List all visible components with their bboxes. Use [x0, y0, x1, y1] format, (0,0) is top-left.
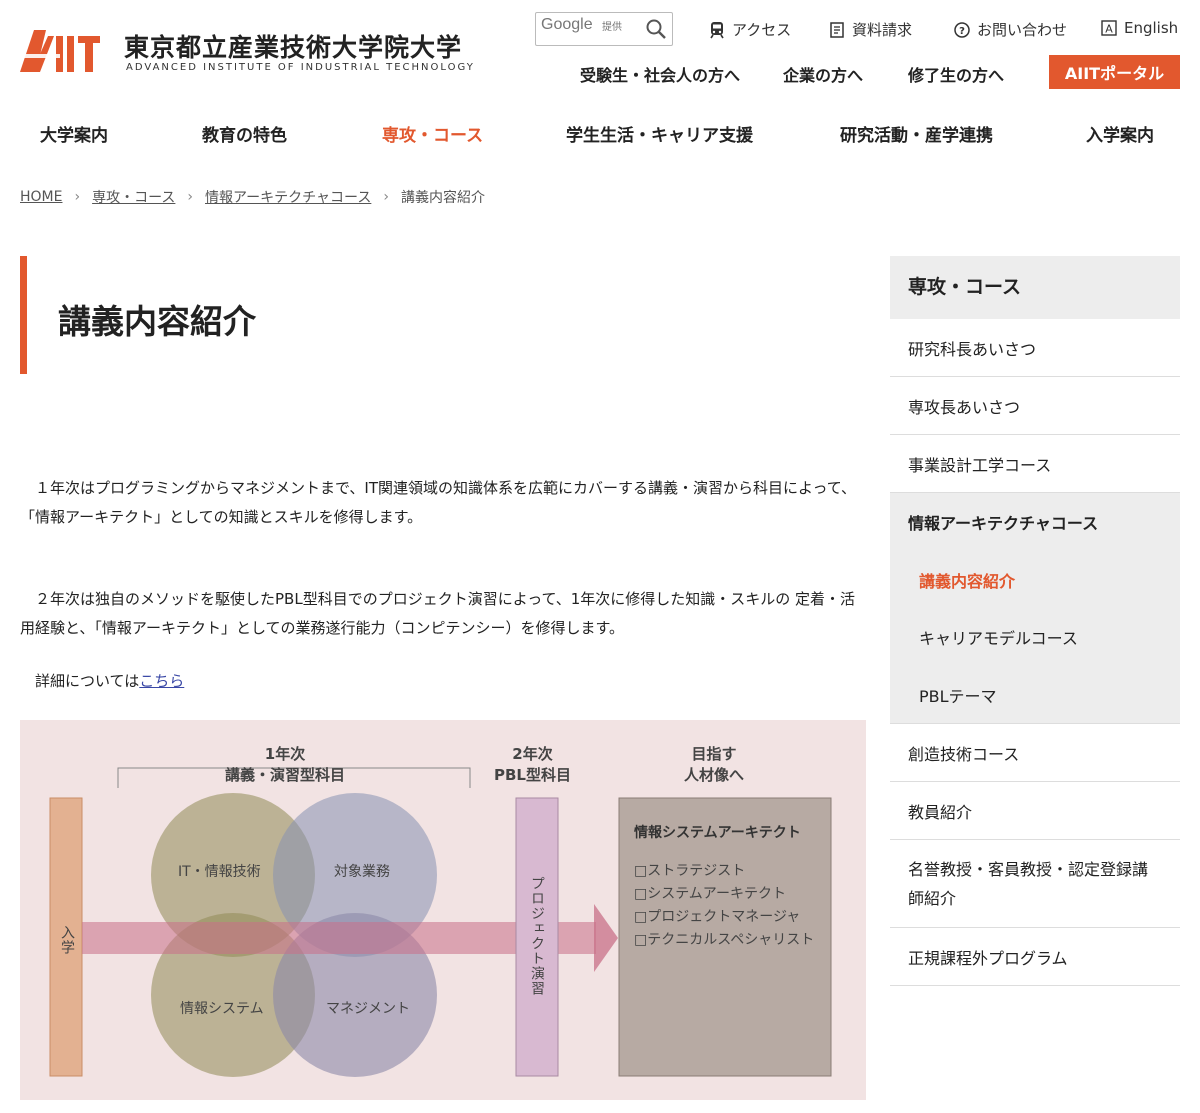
sidebar-heading: 専攻・コース [890, 256, 1180, 319]
audience-link-applicants[interactable]: 受験生・社会人の方へ [580, 62, 740, 86]
sidebar-item-business-design[interactable]: 事業設計工学コース [890, 435, 1180, 493]
year2-line1: 2年次 [512, 745, 553, 763]
audience-link-companies[interactable]: 企業の方へ [783, 62, 863, 86]
google-provided-label: 提供 [602, 22, 622, 33]
chevron-right-icon: › [187, 189, 194, 205]
nav-about[interactable]: 大学案内 [40, 121, 108, 146]
nav-education[interactable]: 教育の特色 [202, 121, 287, 146]
goal-item: □ストラテジスト [634, 863, 746, 879]
year1-line1: 1年次 [264, 745, 306, 763]
nav-student-life[interactable]: 学生生活・キャリア支援 [566, 121, 753, 146]
access-label: アクセス [732, 21, 792, 39]
sidebar-item-dean-message[interactable]: 研究科長あいさつ [890, 319, 1180, 377]
site-logo[interactable]: 東京都立産業技術大学院大学 ADVANCED INSTITUTE OF INDU… [20, 28, 473, 78]
goal-line2: 人材像へ [684, 766, 745, 784]
goal-item: □テクニカルスペシャリスト [634, 932, 815, 948]
sidebar-item-honorary[interactable]: 名誉教授・客員教授・認定登録講師紹介 [890, 840, 1180, 928]
pbl-label: プロジェクト演習 [529, 876, 545, 996]
sidebar-item-creative-tech[interactable]: 創造技術コース [890, 724, 1180, 782]
svg-text:A: A [1105, 23, 1113, 36]
circle-it-label: IT・情報技術 [178, 864, 261, 880]
breadcrumb-home[interactable]: HOME [20, 189, 62, 205]
breadcrumb-course[interactable]: 情報アーキテクチャコース [205, 187, 371, 207]
sidebar-item-info-arch[interactable]: 情報アーキテクチャコース [890, 493, 1180, 551]
nav-research[interactable]: 研究活動・産学連携 [840, 121, 993, 146]
sidebar-subitem-lectures[interactable]: 講義内容紹介 [890, 551, 1180, 608]
entry-label: 入学 [59, 925, 75, 955]
breadcrumb-current: 講義内容紹介 [400, 190, 485, 206]
breadcrumb-majors[interactable]: 専攻・コース [92, 187, 175, 207]
english-link[interactable]: A English [1100, 19, 1178, 37]
title-accent-bar [20, 256, 27, 374]
audience-link-alumni[interactable]: 修了生の方へ [908, 62, 1004, 86]
goal-item: □システムアーキテクト [634, 886, 786, 902]
goal-box-title: 情報システムアーキテクト [634, 825, 801, 841]
sidebar-nav: 専攻・コース 研究科長あいさつ 専攻長あいさつ 事業設計工学コース 情報アーキテ… [890, 256, 1180, 986]
sidebar-subitem-pbl-themes[interactable]: PBLテーマ [890, 666, 1180, 723]
goal-line1: 目指す [691, 745, 737, 763]
request-materials-label: 資料請求 [852, 21, 913, 39]
paragraph-year1: １年次はプログラミングからマネジメントまで、IT関連領域の知識体系を広範にカバー… [20, 479, 857, 526]
year2-line2: PBL型科目 [494, 766, 571, 784]
details-link[interactable]: こちら [139, 672, 184, 690]
year1-heading: 1年次 講義・演習型科目 [225, 744, 345, 786]
chevron-right-icon: › [74, 189, 81, 205]
chevron-right-icon: › [383, 189, 389, 205]
google-label: Google [541, 16, 593, 33]
contact-label: お問い合わせ [977, 21, 1068, 39]
access-link[interactable]: アクセス [708, 19, 791, 40]
svg-text:?: ? [959, 26, 965, 37]
contact-link[interactable]: ? お問い合わせ [953, 19, 1067, 40]
logo-japanese-name: 東京都立産業技術大学院大学 [124, 33, 463, 62]
circle-management-label: マネジメント [326, 1001, 410, 1017]
sidebar-item-extra-programs[interactable]: 正規課程外プログラム [890, 928, 1180, 986]
aiit-logo-mark-icon [20, 30, 100, 72]
breadcrumb: HOME › 専攻・コース › 情報アーキテクチャコース › 講義内容紹介 [20, 187, 485, 207]
sidebar-item-head-message[interactable]: 専攻長あいさつ [890, 377, 1180, 435]
train-icon [710, 21, 724, 38]
page-title: 講義内容紹介 [58, 302, 256, 341]
sidebar-subitem-career-model[interactable]: キャリアモデルコース [890, 608, 1180, 666]
nav-majors[interactable]: 専攻・コース [382, 121, 483, 146]
year2-heading: 2年次 PBL型科目 [494, 744, 571, 786]
goal-item: □プロジェクトマネージャ [634, 909, 801, 925]
search-icon[interactable] [644, 17, 668, 41]
paragraph-details: 詳細についてはこちら [20, 667, 865, 696]
circle-systems-label: 情報システム [180, 1001, 264, 1017]
details-prefix: 詳細については [35, 672, 140, 690]
portal-button[interactable]: AIITポータル [1049, 55, 1180, 89]
request-materials-link[interactable]: 資料請求 [828, 19, 912, 40]
year1-line2: 講義・演習型科目 [225, 766, 346, 784]
site-search[interactable]: Google 提供 [535, 12, 673, 46]
document-icon [830, 21, 844, 38]
curriculum-diagram: 1年次 講義・演習型科目 2年次 PBL型科目 目指す 人材像へ 入学 IT・情… [20, 720, 866, 1100]
logo-english-name: ADVANCED INSTITUTE OF INDUSTRIAL TECHNOL… [126, 62, 475, 73]
english-label: English [1124, 19, 1179, 37]
language-a-icon: A [1101, 20, 1117, 36]
goal-heading: 目指す 人材像へ [684, 744, 744, 786]
paragraph-year2: ２年次は独自のメソッドを駆使したPBL型科目でのプロジェクト演習によって、1年次… [20, 590, 856, 637]
sidebar-group-info-arch: 情報アーキテクチャコース 講義内容紹介 キャリアモデルコース PBLテーマ [890, 493, 1180, 724]
question-circle-icon: ? [954, 21, 970, 38]
nav-admissions[interactable]: 入学案内 [1086, 121, 1154, 146]
sidebar-item-faculty[interactable]: 教員紹介 [890, 782, 1180, 840]
circle-business-label: 対象業務 [334, 864, 390, 880]
